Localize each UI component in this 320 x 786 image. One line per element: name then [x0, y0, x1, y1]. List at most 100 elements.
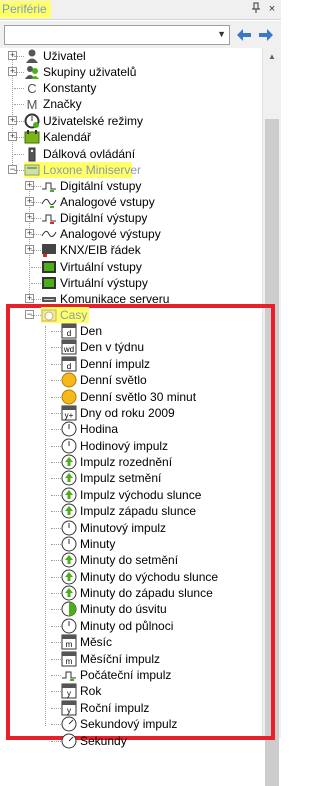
- arrow-left-icon: [237, 29, 251, 41]
- close-icon[interactable]: ×: [265, 2, 279, 17]
- svg-text:y: y: [67, 689, 71, 698]
- tree-item-label: Kalendář: [43, 130, 92, 144]
- dusk-pulse-icon: [61, 470, 77, 486]
- tree-item-label: Minuty: [80, 537, 116, 551]
- user-group-icon: [24, 64, 40, 80]
- tree-item-label: Skupiny uživatelů: [43, 65, 137, 79]
- sunset-pulse-icon: [61, 503, 77, 519]
- tree-item-label: Hodina: [80, 422, 119, 436]
- minutes-to-sunset-icon: [61, 585, 77, 601]
- svg-text:m: m: [66, 640, 73, 649]
- tree-item-label: Měsíční impulz: [80, 652, 161, 666]
- tree-item[interactable]: Loxone Miniserver: [24, 162, 141, 178]
- year-pulse-icon: y: [61, 700, 77, 716]
- panel-header: Periférie ×: [0, 0, 281, 20]
- forward-button[interactable]: [256, 25, 276, 45]
- tree-item-label: Značky: [43, 97, 82, 111]
- svg-text:d: d: [67, 329, 71, 338]
- tree-item-label: Virtuální výstupy: [60, 276, 148, 290]
- daily-pulse-icon: d: [61, 356, 77, 372]
- svg-text:d: d: [67, 362, 71, 371]
- tree-item[interactable]: Casy: [41, 307, 89, 323]
- pin-icon[interactable]: [249, 2, 263, 17]
- tree-item-label: Analogové výstupy: [60, 227, 161, 241]
- daylight-icon: [61, 372, 77, 388]
- tree-item-label: Uživatel: [43, 49, 86, 63]
- back-button[interactable]: [234, 25, 254, 45]
- svg-text:y: y: [67, 706, 71, 715]
- server-communication-icon: [41, 291, 57, 307]
- digital-input-icon: [41, 178, 57, 194]
- tree-item-label: KNX/EIB řádek: [60, 243, 141, 257]
- tree-item-label: Komunikace serveru: [60, 292, 170, 306]
- tree-item-label: Digitální výstupy: [60, 211, 148, 225]
- tree-item-label: Rok: [80, 684, 102, 698]
- month-icon: m: [61, 634, 77, 650]
- daylight-30-icon: [61, 389, 77, 405]
- constant-icon: C: [24, 80, 40, 96]
- tree-item-label: Dálková ovládání: [43, 147, 136, 161]
- remote-icon: [24, 146, 40, 162]
- tree-item-label: Loxone Miniserver: [43, 163, 142, 177]
- tree-item-label: Impulz rozednění: [80, 455, 173, 469]
- sunrise-pulse-icon: [61, 487, 77, 503]
- tree-item-label: Denní světlo 30 minut: [80, 390, 197, 404]
- svg-text:wd: wd: [63, 345, 74, 354]
- day-icon: d: [61, 323, 77, 339]
- tree-item-label: Hodinový impulz: [80, 439, 169, 453]
- tree-item-label: Denní světlo: [80, 373, 147, 387]
- tree-item-label: Roční impulz: [80, 701, 150, 715]
- minutes-icon: [61, 536, 77, 552]
- tree-item-label: Minuty do východu slunce: [80, 570, 219, 584]
- tree-item-label: Dny od roku 2009: [80, 406, 175, 420]
- analog-output-icon: [41, 226, 57, 242]
- tree-item-label: Minuty do setmění: [80, 553, 179, 567]
- minutes-to-sunrise-icon: [61, 569, 77, 585]
- chevron-down-icon: ▼: [217, 29, 226, 39]
- svg-text:C: C: [27, 81, 36, 96]
- tree-item-label: Den v týdnu: [80, 340, 145, 354]
- calendar-icon: [24, 129, 40, 145]
- svg-text:y+: y+: [65, 411, 74, 420]
- miniserver-icon: [24, 162, 40, 178]
- user-icon: [24, 48, 40, 64]
- tree-item-label: Sekundový impulz: [80, 717, 178, 731]
- tree-item-label: Digitální vstupy: [60, 179, 142, 193]
- tree-item-label: Minuty od půlnoci: [80, 619, 174, 633]
- tree-item-label: Minuty do západu slunce: [80, 586, 213, 600]
- dawn-pulse-icon: [61, 454, 77, 470]
- tree-item-label: Den: [80, 324, 103, 338]
- panel-title: Periférie: [0, 1, 51, 18]
- year-icon: y: [61, 683, 77, 699]
- tree-item-label: Impulz východu slunce: [80, 488, 202, 502]
- tree-item-label: Konstanty: [43, 81, 97, 95]
- month-pulse-icon: m: [61, 651, 77, 667]
- start-pulse-icon: [61, 667, 77, 683]
- tree-item-label: Sekundy: [80, 734, 127, 748]
- virtual-input-icon: [41, 259, 57, 275]
- tree-item-label: Měsíc: [80, 635, 113, 649]
- minutes-to-dusk-icon: [61, 552, 77, 568]
- tree-item-label: Minutový impulz: [80, 521, 167, 535]
- days-since-icon: y+: [61, 405, 77, 421]
- toolbar: ▼: [0, 21, 281, 48]
- tree-item-label: Casy: [60, 308, 88, 322]
- tree-item-label: Uživatelské režimy: [43, 114, 144, 128]
- filter-combo[interactable]: ▼: [4, 25, 230, 45]
- hour-pulse-icon: [61, 438, 77, 454]
- scroll-up-icon[interactable]: ▲: [263, 48, 281, 65]
- clock-folder-icon: [41, 307, 57, 323]
- analog-input-icon: [41, 194, 57, 210]
- minutes-since-midnight-icon: [61, 618, 77, 634]
- tree-item-label: Analogové vstupy: [60, 195, 155, 209]
- tree-item-label: Impulz západu slunce: [80, 504, 197, 518]
- tree-item-label: Počáteční impulz: [80, 668, 172, 682]
- arrow-right-icon: [259, 29, 273, 41]
- digital-output-icon: [41, 210, 57, 226]
- hour-icon: [61, 421, 77, 437]
- knx-icon: [41, 242, 57, 258]
- second-pulse-icon: [61, 716, 77, 732]
- seconds-icon: [61, 733, 77, 749]
- svg-text:M: M: [27, 97, 38, 112]
- minutes-to-dawn-icon: [61, 601, 77, 617]
